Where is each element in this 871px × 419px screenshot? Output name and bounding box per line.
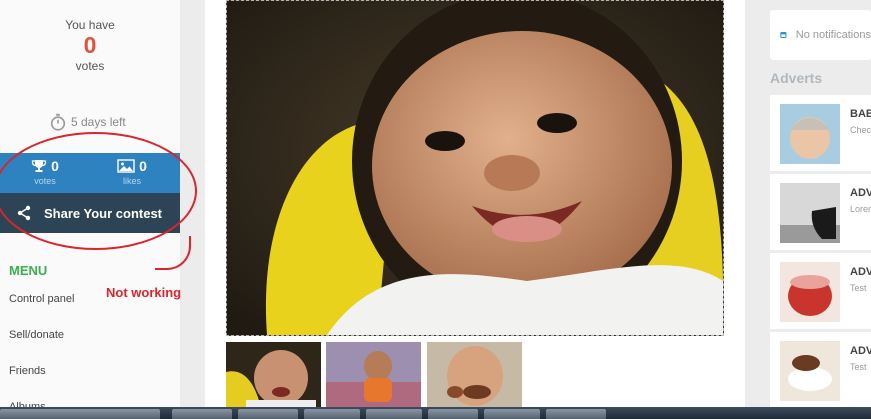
menu-item-control-panel[interactable]: Control panel [9,293,74,305]
timer-text: 5 days left [71,115,126,129]
advert-item[interactable]: BABY Check [770,95,871,171]
votes-unit-text: votes [75,59,105,73]
notifications-box[interactable]: No notifications [770,10,871,60]
share-icon [17,205,31,221]
right-column: No notifications Adverts BABY Check ADVE… [768,0,871,419]
votes-stat: 0 votes [15,158,75,186]
likes-stat: 0 likes [102,158,162,186]
share-contest-label: Share Your contest [44,205,162,221]
advert-image [780,104,840,164]
annotation-note: Not working [106,285,182,300]
trophy-icon [31,160,47,172]
advert-image [780,262,840,322]
baby-photo-image [227,1,723,335]
taskbar-item[interactable] [484,409,540,419]
notifications-text: No notifications [795,29,871,41]
advert-subtitle: Test [850,362,867,372]
stopwatch-icon [50,113,66,131]
taskbar-item[interactable] [546,409,606,419]
advert-title: ADVE [850,187,871,199]
advert-subtitle: Lorem [850,204,871,214]
votes-stat-label: votes [34,176,56,186]
advert-title: BABY [850,108,871,120]
thumbnail-image [326,342,421,408]
votes-count: 0 [83,32,97,58]
taskbar-item[interactable] [238,409,298,419]
likes-stat-label: likes [122,176,141,186]
notification-icon [780,31,787,39]
share-contest-button[interactable]: Share Your contest [0,193,180,233]
thumbnail-image [427,342,522,408]
thumbnail-2[interactable] [326,342,421,408]
adverts-heading: Adverts [770,70,823,86]
advert-item[interactable]: ADVE Test [770,253,871,329]
menu-item-friends[interactable]: Friends [9,365,46,377]
taskbar-item[interactable] [0,409,160,419]
advert-image [780,183,840,243]
advert-item[interactable]: ADVE Test [770,332,871,408]
os-taskbar [0,407,871,419]
advert-image [780,341,840,401]
thumbnail-1[interactable] [226,342,321,408]
left-sidebar: You have 0 votes 5 days left 0 votes 0 l… [0,0,180,419]
thumbnail-image [226,342,321,408]
contest-photo[interactable] [226,0,724,336]
taskbar-item[interactable] [304,409,360,419]
thumbnail-3[interactable] [427,342,522,408]
advert-title: ADVE [850,345,871,357]
advert-title: ADVE [850,266,871,278]
votes-intro-text: You have [65,18,115,32]
contest-timer: 5 days left [50,113,126,131]
likes-stat-value: 0 [139,158,147,174]
menu-heading: MENU [9,263,48,278]
picture-icon [117,159,135,173]
contest-stats-bar: 0 votes 0 likes [0,153,180,193]
advert-subtitle: Check [850,125,871,135]
menu-item-sell-donate[interactable]: Sell/donate [9,329,64,341]
votes-stat-value: 0 [51,158,59,174]
taskbar-item[interactable] [428,409,478,419]
advert-item[interactable]: ADVE Lorem [770,174,871,250]
main-content [205,0,745,419]
taskbar-item[interactable] [366,409,422,419]
advert-subtitle: Test [850,283,867,293]
votes-summary: You have 0 votes [0,0,180,80]
taskbar-item[interactable] [172,409,232,419]
